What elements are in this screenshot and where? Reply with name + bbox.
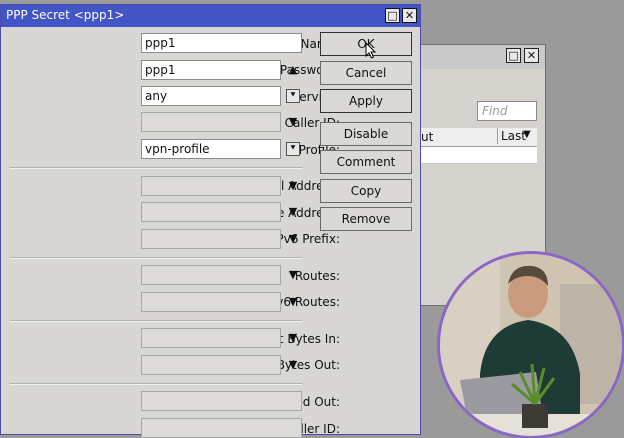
- disable-button[interactable]: Disable: [320, 122, 412, 146]
- sort-dropdown-icon[interactable]: ▼: [523, 129, 531, 140]
- webcam-overlay: [440, 254, 622, 436]
- routes-dropdown-icon[interactable]: ▼: [286, 268, 300, 282]
- maximize-icon[interactable]: □: [506, 48, 521, 63]
- maximize-icon[interactable]: □: [385, 8, 400, 23]
- background-window-titlebar: □ ✕: [419, 45, 545, 69]
- remove-button[interactable]: Remove: [320, 207, 412, 231]
- dialog-title: PPP Secret <ppp1>: [6, 8, 125, 22]
- ipv6-routes-field[interactable]: [141, 292, 281, 312]
- limit-bytes-out-field[interactable]: [141, 355, 281, 375]
- service-dropdown-icon[interactable]: ⯆: [286, 89, 300, 103]
- comment-button[interactable]: Comment: [320, 150, 412, 174]
- column-header-out[interactable]: ut: [421, 130, 433, 144]
- close-icon[interactable]: ✕: [524, 48, 539, 63]
- local-address-field[interactable]: [141, 176, 281, 196]
- divider: [10, 167, 302, 169]
- remote-address-dropdown-icon[interactable]: ▼: [286, 205, 300, 219]
- divider: [10, 320, 302, 322]
- remote-ipv6-prefix-field[interactable]: [141, 229, 281, 249]
- limit-bytes-in-field[interactable]: [141, 328, 281, 348]
- mouse-cursor-icon: [365, 42, 377, 59]
- caller-id-dropdown-icon[interactable]: ▼: [286, 115, 300, 129]
- apply-button[interactable]: Apply: [320, 89, 412, 113]
- copy-button[interactable]: Copy: [320, 179, 412, 203]
- ipv6-routes-dropdown-icon[interactable]: ▼: [286, 295, 300, 309]
- limit-bytes-out-dropdown-icon[interactable]: ▼: [286, 358, 300, 372]
- limit-bytes-in-dropdown-icon[interactable]: ▼: [286, 331, 300, 345]
- remote-ipv6-prefix-dropdown-icon[interactable]: ▼: [286, 232, 300, 246]
- close-icon[interactable]: ✕: [402, 8, 417, 23]
- service-select[interactable]: any: [141, 86, 281, 106]
- column-header-last[interactable]: Last: [497, 128, 526, 144]
- local-address-dropdown-icon[interactable]: ▼: [286, 179, 300, 193]
- remote-address-field[interactable]: [141, 202, 281, 222]
- dialog-titlebar: PPP Secret <ppp1> □ ✕: [1, 5, 420, 27]
- divider: [10, 383, 302, 385]
- caller-id-field[interactable]: [141, 112, 281, 132]
- name-field[interactable]: ppp1: [141, 33, 302, 53]
- presenter-video-image: [440, 254, 622, 436]
- routes-label: Routes:: [294, 269, 340, 283]
- divider: [10, 257, 302, 259]
- table-row[interactable]: [419, 147, 537, 164]
- password-field[interactable]: ppp1: [141, 60, 281, 80]
- last-logged-out-field: [141, 391, 302, 411]
- find-input[interactable]: Find: [477, 101, 537, 121]
- collapse-up-icon[interactable]: ▲: [286, 63, 300, 77]
- table-header: ut Last ▼: [419, 128, 537, 147]
- profile-dropdown-icon[interactable]: ⯆: [286, 142, 300, 156]
- last-caller-id-field: [141, 418, 302, 438]
- profile-select[interactable]: vpn-profile: [141, 139, 281, 159]
- routes-field[interactable]: [141, 265, 281, 285]
- cancel-button[interactable]: Cancel: [320, 61, 412, 85]
